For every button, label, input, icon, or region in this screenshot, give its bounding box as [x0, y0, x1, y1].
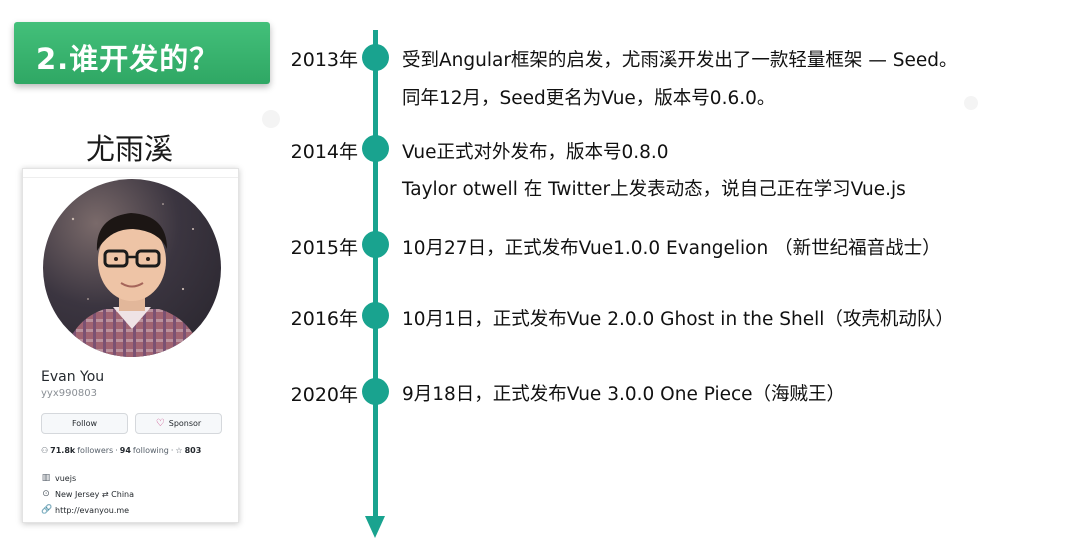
timeline-arrow-down-icon [365, 516, 385, 538]
profile-stats: ⚇ 71.8k followers · 94 following · ☆ 803 [41, 446, 201, 455]
profile-location: ⊙ New Jersey ⇄ China [41, 489, 134, 499]
timeline-year: 2013年 [290, 49, 358, 71]
timeline-event-text: 10月27日，正式发布Vue1.0.0 Evangelion （新世纪福音战士） [402, 238, 941, 259]
people-icon: ⚇ [41, 446, 49, 455]
stars-count[interactable]: 803 [185, 446, 202, 455]
timeline-event-text: Vue正式对外发布，版本号0.8.0 [402, 142, 669, 163]
avatar [43, 179, 221, 357]
timeline-event-text: 9月18日，正式发布Vue 3.0.0 One Piece（海贼王） [402, 384, 846, 405]
timeline-year: 2015年 [290, 237, 358, 259]
organization-text: vuejs [55, 473, 77, 483]
sponsor-button-label: Sponsor [168, 419, 202, 428]
timeline-event-text: 受到Angular框架的启发，尤雨溪开发出了一款轻量框架 — Seed。 [402, 50, 958, 71]
timeline-node-2014 [362, 135, 389, 162]
card-divider [23, 177, 238, 178]
followers-label[interactable]: followers [77, 446, 113, 455]
avatar-portrait-image [63, 203, 203, 357]
timeline-node-2020 [362, 378, 389, 405]
timeline-event-text: 10月1日，正式发布Vue 2.0.0 Ghost in the Shell（攻… [402, 309, 954, 330]
profile-website[interactable]: 🔗 http://evanyou.me [41, 505, 129, 515]
timeline-year: 2016年 [290, 308, 358, 330]
link-icon: 🔗 [41, 505, 53, 515]
section-title-banner: 2.谁开发的？ [14, 22, 270, 84]
timeline-node-2016 [362, 302, 389, 329]
profile-display-name: Evan You [41, 369, 105, 385]
profile-organization: ▥ vuejs [41, 473, 76, 483]
following-label[interactable]: following [133, 446, 169, 455]
profile-username: yyx990803 [41, 388, 97, 399]
decorative-dot [262, 110, 280, 128]
website-link[interactable]: http://evanyou.me [55, 506, 129, 515]
following-count[interactable]: 94 [120, 446, 131, 455]
timeline-node-2013 [362, 44, 389, 71]
organization-icon: ▥ [41, 473, 51, 483]
heart-icon: ♡ [155, 418, 165, 429]
timeline-event-text: Taylor otwell 在 Twitter上发表动态，说自己正在学习Vue.… [402, 179, 906, 200]
github-profile-card: Evan You yyx990803 Follow ♡ Sponsor ⚇ 71… [22, 168, 239, 523]
follow-button-label: Follow [71, 419, 98, 428]
timeline-node-2015 [362, 231, 389, 258]
person-name: 尤雨溪 [86, 132, 174, 166]
decorative-dot [964, 96, 978, 110]
section-title: 2.谁开发的？ [36, 42, 220, 76]
stats-separator: · [115, 446, 118, 455]
timeline-axis [373, 30, 378, 518]
timeline-event-text: 同年12月，Seed更名为Vue，版本号0.6.0。 [402, 88, 776, 109]
star-icon: ☆ [175, 446, 183, 455]
sponsor-button[interactable]: ♡ Sponsor [135, 413, 222, 434]
timeline-year: 2014年 [290, 141, 358, 163]
followers-count[interactable]: 71.8k [50, 446, 75, 455]
follow-button[interactable]: Follow [41, 413, 128, 434]
location-text: New Jersey ⇄ China [55, 489, 135, 499]
location-pin-icon: ⊙ [42, 489, 50, 499]
stats-separator: · [170, 446, 174, 455]
timeline-year: 2020年 [290, 384, 358, 406]
